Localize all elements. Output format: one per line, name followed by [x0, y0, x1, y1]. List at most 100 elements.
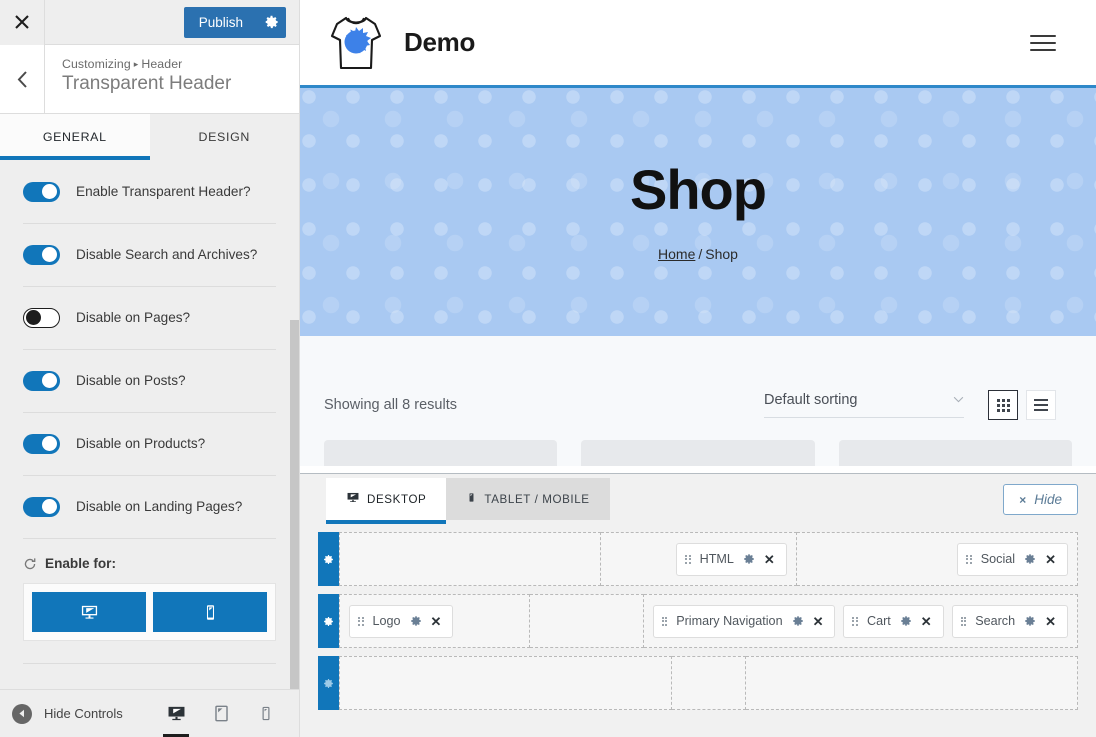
hamburger-bar	[1030, 34, 1056, 37]
hide-controls-label: Hide Controls	[44, 706, 123, 721]
breadcrumb-home-link[interactable]: Home	[658, 246, 695, 262]
item-settings-gear-icon[interactable]	[1024, 553, 1036, 565]
toggle-enable-transparent-header[interactable]	[23, 181, 60, 202]
drop-zone-left[interactable]	[339, 656, 673, 710]
reset-icon[interactable]	[23, 557, 37, 571]
drag-handle-icon[interactable]	[685, 554, 691, 564]
grid-view-icon[interactable]	[988, 390, 1018, 420]
builder-item-html[interactable]: HTML ✕	[676, 542, 787, 576]
toggle-disable-search-archives[interactable]	[23, 244, 60, 265]
toggle-disable-on-landing-pages[interactable]	[23, 496, 60, 517]
builder-item-social[interactable]: Social ✕	[957, 542, 1068, 576]
item-settings-gear-icon[interactable]	[792, 615, 804, 627]
row-zones: Logo ✕ Primary Navigation ✕ Cart ✕ Searc…	[339, 594, 1078, 648]
drop-zone-right[interactable]: Social ✕	[796, 532, 1078, 586]
row-settings-gear-icon[interactable]	[318, 656, 339, 710]
enable-for-mobile-button[interactable]	[153, 592, 267, 632]
option-list: Enable Transparent Header? Disable Searc…	[0, 160, 299, 538]
drag-handle-icon[interactable]	[852, 616, 858, 626]
customizer-topbar: Publish	[0, 0, 299, 45]
drop-zone-center[interactable]: HTML ✕	[600, 532, 797, 586]
site-title[interactable]: Demo	[404, 27, 475, 58]
enable-for-desktop-button[interactable]	[32, 592, 146, 632]
option-row-disable-search-archives: Disable Search and Archives?	[0, 223, 299, 286]
mobile-icon	[466, 491, 477, 507]
item-settings-gear-icon[interactable]	[900, 615, 912, 627]
row-settings-gear-icon[interactable]	[318, 594, 339, 648]
page-title: Transparent Header	[62, 73, 232, 94]
toggle-knob	[42, 184, 57, 199]
list-view-icon[interactable]	[1026, 390, 1056, 420]
hide-builder-button[interactable]: × Hide	[1003, 484, 1078, 515]
item-remove-icon[interactable]: ✕	[1045, 553, 1056, 566]
results-count: Showing all 8 results	[324, 397, 457, 413]
item-remove-icon[interactable]: ✕	[813, 615, 824, 628]
drag-handle-icon[interactable]	[966, 554, 972, 564]
drop-zone-center[interactable]	[530, 594, 644, 648]
item-remove-icon[interactable]: ✕	[921, 615, 932, 628]
item-remove-icon[interactable]: ✕	[1045, 615, 1056, 628]
product-card[interactable]	[581, 440, 815, 466]
builder-tab-desktop[interactable]: DESKTOP	[326, 478, 447, 524]
publish-settings-gear-icon[interactable]	[256, 6, 286, 38]
item-remove-icon[interactable]: ✕	[764, 553, 775, 566]
preview-device-switcher	[163, 699, 285, 737]
breadcrumb-root[interactable]: Customizing	[62, 57, 131, 71]
preview-desktop-icon[interactable]	[163, 699, 189, 737]
item-remove-icon[interactable]: ✕	[431, 615, 442, 628]
item-label: Cart	[866, 614, 891, 628]
option-label: Disable on Landing Pages?	[76, 499, 243, 514]
item-settings-gear-icon[interactable]	[410, 615, 422, 627]
builder-rows: HTML ✕ Social ✕ Logo ✕ Primary Navigatio…	[300, 520, 1096, 710]
item-label: Primary Navigation	[676, 614, 783, 628]
preview-mobile-icon[interactable]	[255, 699, 277, 729]
drop-zone-left[interactable]	[339, 532, 601, 586]
item-settings-gear-icon[interactable]	[743, 553, 755, 565]
tab-general[interactable]: GENERAL	[0, 114, 150, 160]
item-settings-gear-icon[interactable]	[1024, 615, 1036, 627]
toggle-disable-on-products[interactable]	[23, 433, 60, 454]
sorting-dropdown[interactable]: Default sorting	[764, 392, 964, 418]
item-label: HTML	[699, 552, 734, 566]
customizer-panel: Publish Customizing ▸ Header Transparent H…	[0, 0, 300, 737]
panel-scrollbar[interactable]	[290, 320, 299, 689]
hide-controls-button[interactable]: Hide Controls	[12, 703, 123, 724]
product-card[interactable]	[838, 440, 1072, 466]
item-label: Logo	[372, 614, 401, 628]
product-card[interactable]	[324, 440, 558, 466]
publish-button[interactable]: Publish	[183, 6, 256, 38]
preview-tablet-icon[interactable]	[210, 699, 232, 729]
builder-tab-label: TABLET / MOBILE	[484, 492, 590, 506]
item-label: Search	[975, 614, 1016, 628]
drag-handle-icon[interactable]	[661, 616, 668, 626]
option-row-disable-on-landing-pages: Disable on Landing Pages?	[0, 475, 299, 538]
back-button[interactable]	[0, 45, 45, 113]
row-settings-gear-icon[interactable]	[318, 532, 339, 586]
toggle-knob	[42, 373, 57, 388]
drop-zone-right[interactable]: Primary Navigation ✕ Cart ✕ Search ✕	[643, 594, 1078, 648]
builder-tab-tablet-mobile[interactable]: TABLET / MOBILE	[446, 478, 610, 520]
builder-item-primary-navigation[interactable]: Primary Navigation ✕	[652, 604, 836, 638]
hero-title: Shop	[630, 158, 767, 221]
drop-zone-center[interactable]	[672, 656, 746, 710]
enable-for-section: Enable for:	[0, 538, 299, 664]
close-icon[interactable]	[0, 0, 45, 45]
site-header: Demo	[300, 0, 1096, 88]
hamburger-menu-icon[interactable]	[1030, 34, 1056, 51]
toggle-disable-on-pages[interactable]	[23, 307, 60, 328]
toggle-disable-on-posts[interactable]	[23, 370, 60, 391]
drag-handle-icon[interactable]	[358, 616, 364, 626]
drag-handle-icon[interactable]	[960, 616, 967, 626]
builder-item-search[interactable]: Search ✕	[951, 604, 1068, 638]
builder-item-logo[interactable]: Logo ✕	[349, 604, 454, 638]
enable-for-device-group	[23, 583, 276, 641]
drop-zone-left[interactable]: Logo ✕	[339, 594, 531, 648]
option-label: Enable Transparent Header?	[76, 184, 251, 199]
tab-design[interactable]: DESIGN	[149, 114, 299, 160]
drop-zone-right[interactable]	[745, 656, 1079, 710]
enable-for-header: Enable for:	[23, 538, 276, 583]
item-label: Social	[980, 552, 1016, 566]
tshirt-logo-icon[interactable]	[328, 12, 384, 74]
panel-scroll-content: Enable Transparent Header? Disable Searc…	[0, 160, 299, 664]
builder-item-cart[interactable]: Cart ✕	[843, 604, 944, 638]
